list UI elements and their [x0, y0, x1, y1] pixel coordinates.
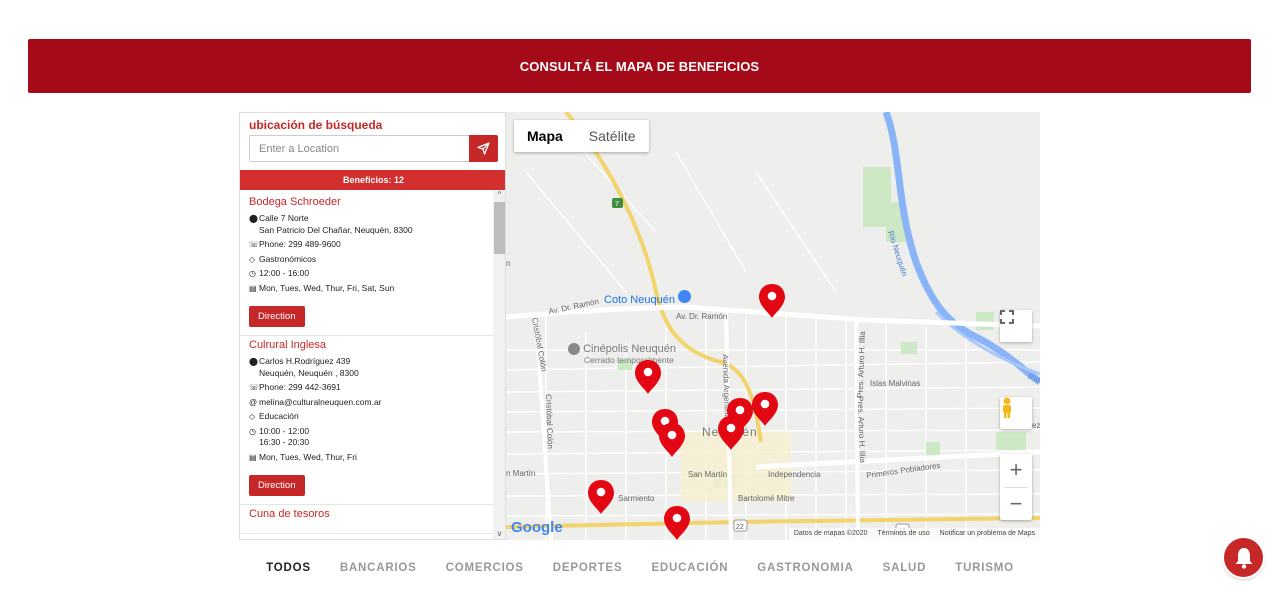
cinepolis-label[interactable]: Cinépolis Neuquén Cerrado temporalmente	[568, 343, 676, 366]
fullscreen-icon	[1000, 310, 1014, 324]
street-label: Cristóbal Colón	[543, 394, 555, 449]
email-row: @ melina@culturalneuquen.com.ar	[249, 396, 382, 407]
listing-name[interactable]: Cuna de tesoros	[249, 508, 484, 520]
svg-text:22: 22	[736, 524, 744, 531]
search-title: ubicación de búsqueda	[249, 118, 383, 132]
cinema-icon	[568, 343, 580, 355]
bell-icon	[1235, 547, 1252, 569]
calendar-icon: ▤	[249, 283, 257, 293]
results-list: Bodega Schroeder ⬤ Calle 7 Norte San Patri…	[240, 193, 493, 539]
location-input[interactable]	[250, 136, 468, 161]
scroll-down-icon[interactable]: v	[493, 529, 505, 539]
phone-icon: ☏	[249, 240, 260, 249]
list-item[interactable]: Cuna de tesoros	[240, 505, 493, 534]
city-label: Neuquén	[702, 425, 758, 439]
list-scrollbar[interactable]: ^ v	[493, 190, 505, 539]
map-banner: CONSULTÁ EL MAPA DE BENEFICIOS	[28, 39, 1251, 93]
clock-icon: ◷	[249, 426, 256, 436]
shopping-icon	[678, 290, 692, 303]
filter-bancarios[interactable]: BANCARIOS	[325, 562, 431, 574]
phone-icon: ☏	[249, 383, 260, 392]
filter-comercios[interactable]: COMERCIOS	[431, 562, 538, 574]
phone-row: ☏ Phone: 299 489-9600	[249, 239, 341, 249]
list-item[interactable]: Culrural Inglesa ⬤ Carlos H.Rodríguez 439…	[240, 336, 493, 505]
filter-turismo[interactable]: TURISMO	[941, 562, 1029, 574]
notification-button[interactable]	[1224, 538, 1263, 577]
map-type-satellite[interactable]: Satélite	[576, 120, 649, 152]
zoom-out-button[interactable]: −	[1000, 487, 1032, 520]
street-label: Av. Dr. Ramón	[676, 312, 728, 321]
svg-text:7: 7	[615, 201, 619, 208]
street-label: Independencia	[768, 470, 821, 479]
google-logo: Google	[511, 519, 563, 536]
map-view[interactable]: 7 22 22 Coto Neuquén Cinépolis NeuquénCe…	[506, 112, 1040, 540]
scroll-up-icon[interactable]: ^	[493, 190, 505, 202]
category-row: ◇ Educación	[249, 411, 299, 421]
address-row: ⬤ Carlos H.Rodríguez 439 Neuquén, Neuquén …	[249, 356, 359, 378]
coto-label[interactable]: Coto Neuquén	[604, 290, 692, 306]
report-problem-link[interactable]: Notificar un problema de Maps	[940, 530, 1035, 538]
clock-icon: ◷	[249, 269, 256, 278]
fullscreen-button[interactable]	[1000, 310, 1032, 342]
street-view-button[interactable]	[1000, 397, 1032, 429]
category-filter: TODOS BANCARIOS COMERCIOS DEPORTES EDUCA…	[0, 562, 1280, 574]
listing-name[interactable]: Bodega Schroeder	[249, 196, 484, 208]
street-label: n	[506, 259, 511, 268]
map-pin-icon: ⬤	[249, 357, 258, 366]
street-label: San Martín	[688, 470, 728, 479]
phone-row: ☏ Phone: 299 442-3691	[249, 382, 341, 392]
benefits-count: Beneficios: 12	[240, 170, 505, 190]
days-row: ▤ Mon, Tues, Wed, Thur, Fri, Sat, Sun	[249, 282, 395, 293]
map-attribution: Datos de mapas ©2020 Términos de uso Not…	[788, 528, 1040, 540]
tag-icon: ◇	[249, 254, 256, 264]
search-box	[249, 135, 498, 162]
map-type-control: Mapa Satélite	[514, 120, 649, 152]
terms-link[interactable]: Términos de uso	[878, 530, 930, 538]
street-label: Islas Malvinas	[870, 379, 921, 388]
filter-gastronomia[interactable]: GASTRONOMIA	[743, 562, 868, 574]
map-pin-icon: ⬤	[249, 214, 258, 223]
address-row: ⬤ Calle 7 Norte San Patricio Del Chañar, N…	[249, 213, 413, 235]
street-label: Bartolomé Mitre	[738, 494, 795, 503]
locate-button[interactable]	[469, 135, 498, 162]
street-label: Sarmiento	[618, 494, 655, 503]
zoom-control: + −	[1000, 454, 1032, 520]
map-type-map[interactable]: Mapa	[514, 120, 576, 152]
direction-button[interactable]: Direction	[249, 475, 305, 496]
direction-button[interactable]: Direction	[249, 306, 305, 327]
at-icon: @	[249, 397, 258, 407]
locator-panel: ubicación de búsqueda Beneficios: 12 Bod…	[239, 112, 506, 540]
days-row: ▤ Mon, Tues, Wed, Thur, Fri	[249, 451, 357, 462]
send-icon	[477, 142, 490, 155]
filter-salud[interactable]: SALUD	[868, 562, 941, 574]
street-label: ezo	[1032, 421, 1040, 430]
category-row: ◇ Gastronómicos	[249, 253, 317, 264]
filter-todos[interactable]: TODOS	[252, 562, 326, 574]
calendar-icon: ▤	[249, 452, 257, 462]
hours-row: ◷ 12:00 - 16:00	[249, 268, 310, 278]
list-item[interactable]: Bodega Schroeder ⬤ Calle 7 Norte San Patri…	[240, 193, 493, 336]
listing-name[interactable]: Culrural Inglesa	[249, 339, 484, 351]
street-label: n Martín	[506, 469, 536, 478]
banner-title: CONSULTÁ EL MAPA DE BENEFICIOS	[519, 58, 760, 74]
tag-icon: ◇	[249, 412, 256, 421]
zoom-in-button[interactable]: +	[1000, 454, 1032, 487]
filter-educacion[interactable]: EDUCACIÓN	[637, 562, 743, 574]
filter-deportes[interactable]: DEPORTES	[538, 562, 637, 574]
map-data-text: Datos de mapas ©2020	[793, 530, 868, 537]
pegman-icon	[1003, 397, 1011, 418]
scroll-thumb[interactable]	[494, 202, 505, 254]
hours-row: ◷ 10:00 - 12:00 16:30 - 20:30	[249, 425, 310, 448]
